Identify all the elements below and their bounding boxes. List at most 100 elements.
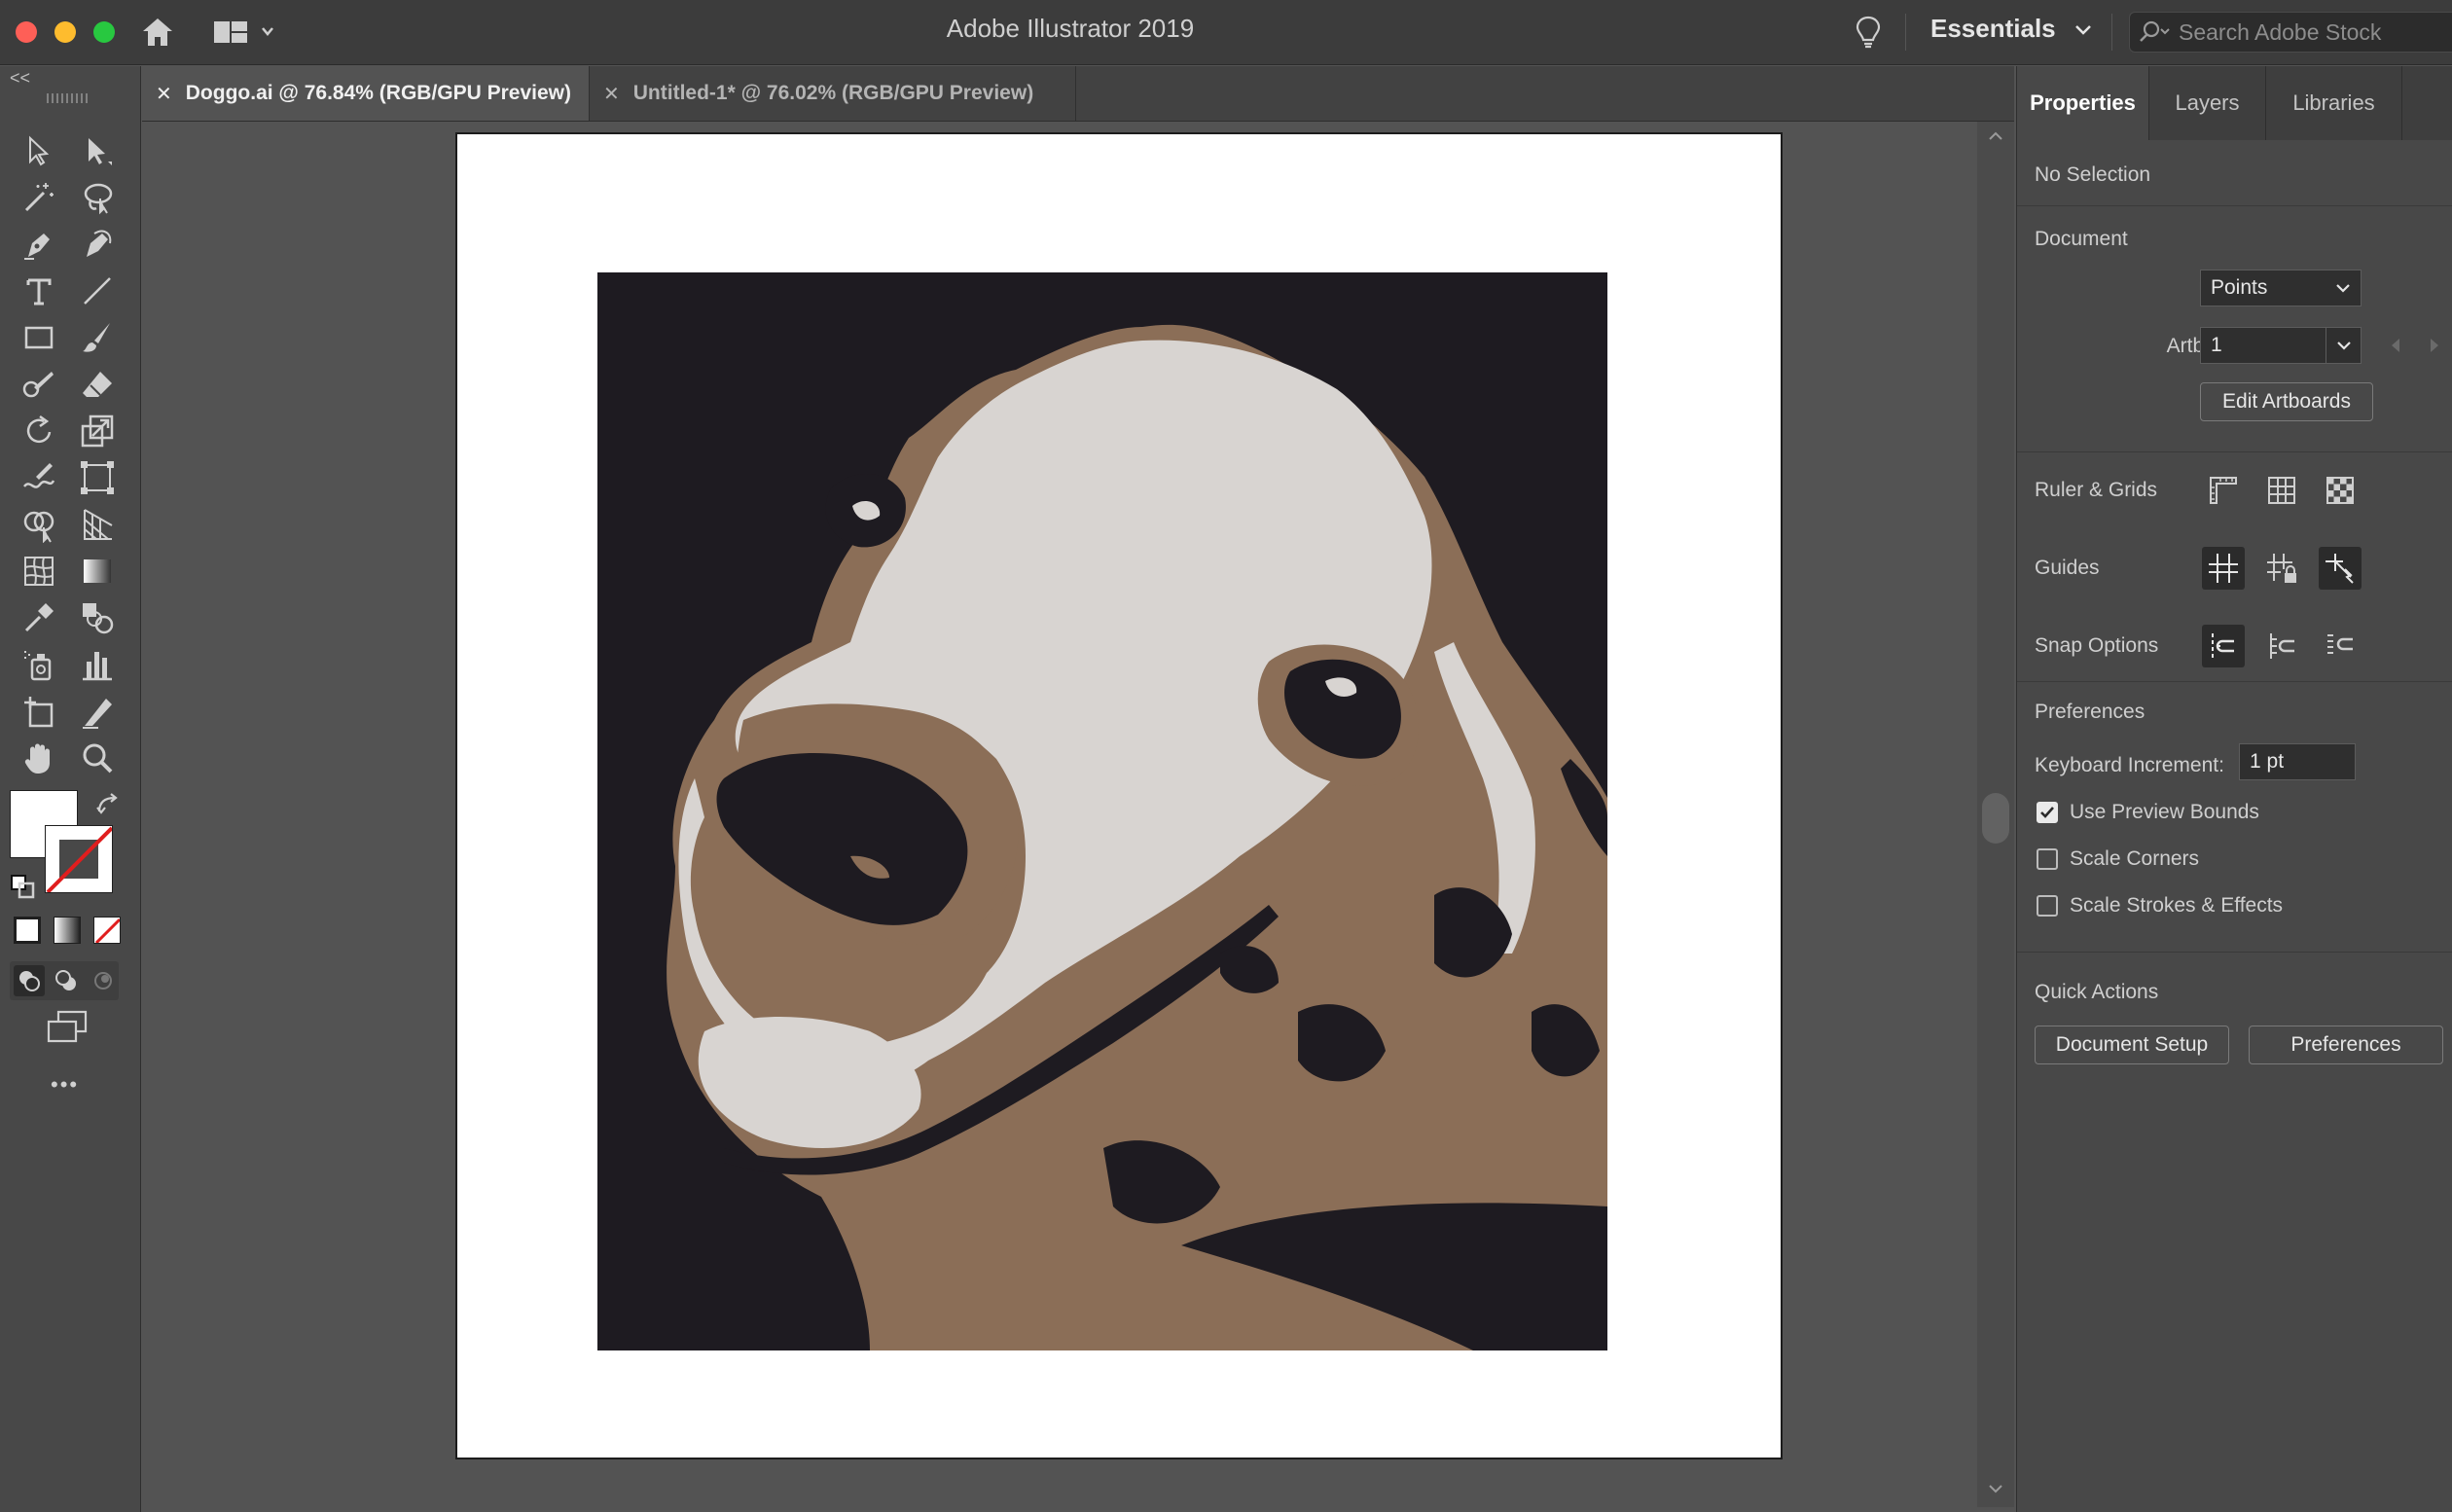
draw-behind-icon[interactable] bbox=[51, 965, 82, 996]
search-adobe-stock-input[interactable]: Search Adobe Stock bbox=[2129, 12, 2452, 53]
draw-normal-icon[interactable] bbox=[14, 965, 45, 996]
artboard-value: 1 bbox=[2211, 334, 2222, 356]
collapse-panel-button[interactable]: << bbox=[10, 68, 30, 89]
gradient-mode-button[interactable] bbox=[54, 917, 81, 944]
vertical-scrollbar[interactable] bbox=[1977, 122, 2014, 1507]
workspace-switcher[interactable]: Essentials bbox=[1930, 14, 2092, 44]
keyboard-increment-field[interactable]: 1 pt bbox=[2239, 743, 2356, 780]
mesh-tool-icon[interactable] bbox=[18, 550, 60, 593]
divider bbox=[1905, 14, 1906, 51]
tab-layers[interactable]: Layers bbox=[2149, 66, 2266, 140]
none-mode-button[interactable] bbox=[93, 917, 121, 944]
warp-tool-icon[interactable] bbox=[18, 456, 60, 499]
divider bbox=[2017, 681, 2452, 682]
divider bbox=[2111, 14, 2112, 51]
close-tab-icon[interactable]: ✕ bbox=[156, 82, 172, 106]
pen-tool-icon[interactable] bbox=[18, 223, 60, 266]
scale-corners-checkbox[interactable] bbox=[2037, 848, 2058, 870]
paintbrush-tool-icon[interactable] bbox=[76, 316, 119, 359]
scale-tool-icon[interactable] bbox=[76, 410, 119, 452]
show-guides-icon[interactable] bbox=[2202, 547, 2245, 590]
selection-tool-icon[interactable] bbox=[18, 129, 60, 172]
transparency-grid-icon[interactable] bbox=[2319, 469, 2362, 512]
line-segment-tool-icon[interactable] bbox=[76, 270, 119, 312]
color-mode-button[interactable] bbox=[14, 917, 41, 944]
search-placeholder: Search Adobe Stock bbox=[2179, 19, 2382, 45]
swap-fill-stroke-icon[interactable] bbox=[93, 790, 125, 826]
snap-to-grid-icon[interactable] bbox=[2260, 625, 2303, 667]
tab-libraries[interactable]: Libraries bbox=[2266, 66, 2402, 140]
type-tool-icon[interactable] bbox=[18, 270, 60, 312]
column-graph-tool-icon[interactable] bbox=[76, 643, 119, 686]
use-preview-bounds-label[interactable]: Use Preview Bounds bbox=[2070, 801, 2259, 824]
tab-untitled-1[interactable]: ✕ Untitled-1* @ 76.02% (RGB/GPU Preview) bbox=[590, 66, 1076, 121]
close-tab-icon[interactable]: ✕ bbox=[603, 82, 620, 106]
units-value: Points bbox=[2211, 276, 2268, 299]
grid-icon[interactable] bbox=[2260, 469, 2303, 512]
scroll-up-icon[interactable] bbox=[1988, 131, 2003, 141]
slice-tool-icon[interactable] bbox=[76, 690, 119, 733]
preferences-button[interactable]: Preferences bbox=[2249, 1026, 2443, 1064]
eyedropper-tool-icon[interactable] bbox=[18, 596, 60, 639]
selection-status: No Selection bbox=[2035, 163, 2151, 186]
shaper-tool-icon[interactable] bbox=[18, 363, 60, 406]
title-bar: Adobe Illustrator 2019 Essentials Search… bbox=[0, 0, 2452, 65]
scroll-down-icon[interactable] bbox=[1988, 1484, 2003, 1494]
lock-guides-icon[interactable] bbox=[2260, 547, 2303, 590]
change-screen-mode-icon[interactable] bbox=[45, 1008, 91, 1052]
scrollbar-thumb[interactable] bbox=[1982, 793, 2009, 844]
artboard-field[interactable]: 1 bbox=[2200, 327, 2326, 364]
snap-to-pixel-icon[interactable] bbox=[2319, 625, 2362, 667]
magic-wand-tool-icon[interactable] bbox=[18, 176, 60, 219]
hand-tool-icon[interactable] bbox=[18, 737, 60, 779]
artboard-tool-icon[interactable] bbox=[18, 690, 60, 733]
dog-artwork-image bbox=[597, 272, 1607, 1350]
free-transform-tool-icon[interactable] bbox=[76, 456, 119, 499]
draw-inside-icon[interactable] bbox=[88, 965, 119, 996]
snap-to-point-icon[interactable] bbox=[2202, 625, 2245, 667]
next-artboard-icon[interactable] bbox=[2428, 337, 2441, 354]
artboard-dropdown-button[interactable] bbox=[2326, 327, 2362, 364]
document-setup-button[interactable]: Document Setup bbox=[2035, 1026, 2229, 1064]
tools-panel: << ••• bbox=[0, 66, 141, 1512]
edit-artboards-button[interactable]: Edit Artboards bbox=[2200, 382, 2373, 421]
curvature-tool-icon[interactable] bbox=[76, 223, 119, 266]
tab-label: Untitled-1* @ 76.02% (RGB/GPU Preview) bbox=[632, 82, 1034, 104]
scale-corners-label[interactable]: Scale Corners bbox=[2070, 847, 2199, 871]
tab-doggo[interactable]: ✕ Doggo.ai @ 76.84% (RGB/GPU Preview) bbox=[142, 66, 590, 121]
lightbulb-icon[interactable] bbox=[1849, 12, 1888, 53]
tab-properties[interactable]: Properties bbox=[2017, 66, 2149, 140]
previous-artboard-icon[interactable] bbox=[2389, 337, 2402, 354]
document-section-title: Document bbox=[2035, 228, 2128, 250]
smart-guides-icon[interactable] bbox=[2319, 547, 2362, 590]
perspective-grid-tool-icon[interactable] bbox=[76, 503, 119, 546]
scale-strokes-effects-checkbox[interactable] bbox=[2037, 895, 2058, 917]
eraser-tool-icon[interactable] bbox=[76, 363, 119, 406]
divider bbox=[2017, 451, 2452, 452]
stroke-swatch[interactable] bbox=[45, 825, 113, 893]
chevron-down-icon bbox=[2336, 284, 2350, 293]
dog-illustration[interactable] bbox=[597, 272, 1607, 1350]
symbol-sprayer-tool-icon[interactable] bbox=[18, 643, 60, 686]
panel-grip[interactable] bbox=[47, 93, 88, 103]
direct-selection-tool-icon[interactable] bbox=[76, 129, 119, 172]
units-dropdown[interactable]: Points bbox=[2200, 270, 2362, 306]
zoom-tool-icon[interactable] bbox=[76, 737, 119, 779]
rectangle-tool-icon[interactable] bbox=[18, 316, 60, 359]
chevron-down-icon bbox=[2074, 25, 2091, 35]
keyboard-increment-value: 1 pt bbox=[2250, 750, 2285, 773]
window-title: Adobe Illustrator 2019 bbox=[946, 14, 1195, 43]
lasso-tool-icon[interactable] bbox=[76, 176, 119, 219]
default-fill-stroke-icon[interactable] bbox=[10, 874, 37, 906]
gradient-tool-icon[interactable] bbox=[76, 550, 119, 593]
rulers-icon[interactable] bbox=[2202, 469, 2245, 512]
divider bbox=[2017, 952, 2452, 953]
blend-tool-icon[interactable] bbox=[76, 596, 119, 639]
rotate-tool-icon[interactable] bbox=[18, 410, 60, 452]
use-preview-bounds-checkbox[interactable] bbox=[2037, 802, 2058, 823]
edit-toolbar-button[interactable]: ••• bbox=[51, 1072, 79, 1098]
scale-strokes-effects-label[interactable]: Scale Strokes & Effects bbox=[2070, 894, 2283, 918]
properties-panel: Properties Layers Libraries No Selection… bbox=[2016, 66, 2452, 1512]
ruler-grids-label: Ruler & Grids bbox=[2035, 479, 2158, 501]
shape-builder-tool-icon[interactable] bbox=[18, 503, 60, 546]
